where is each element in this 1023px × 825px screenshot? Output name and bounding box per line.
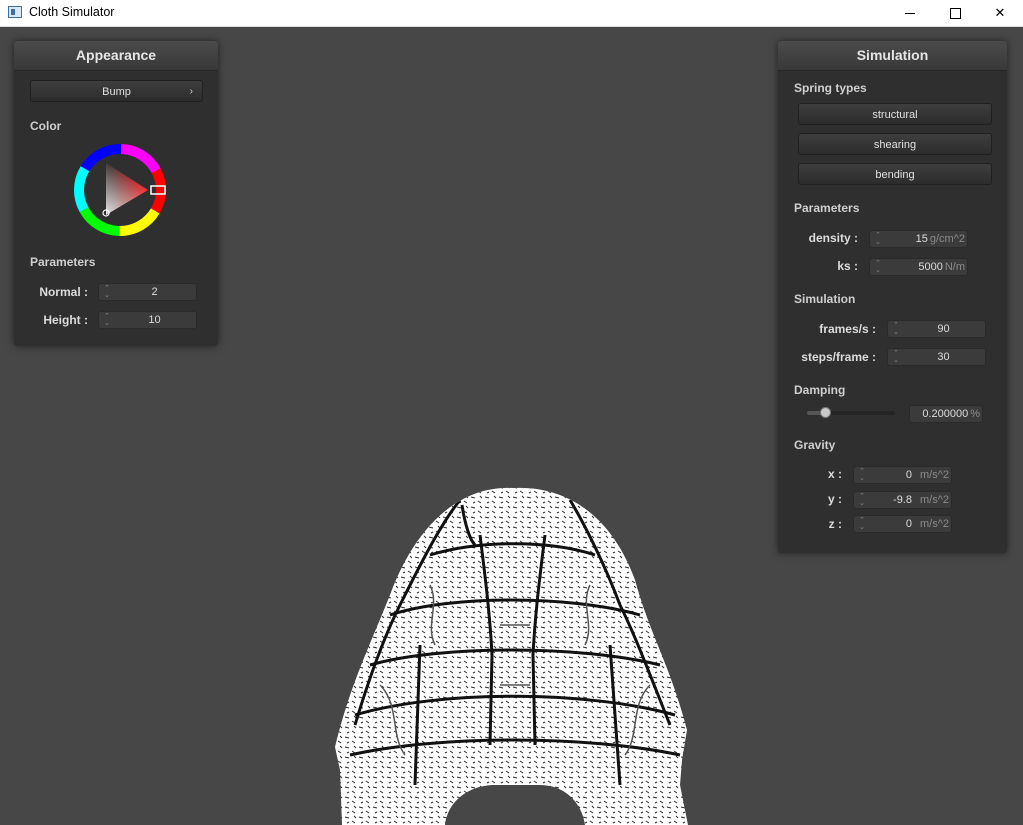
close-button[interactable]: ✕ xyxy=(977,0,1023,26)
gravity-x-unit: m/s^2 xyxy=(920,469,949,481)
density-value: 15 xyxy=(915,233,928,245)
damping-slider-handle[interactable] xyxy=(819,407,831,418)
maximize-button[interactable] xyxy=(932,0,978,26)
chevron-right-icon: › xyxy=(189,86,193,97)
ks-label: ks : xyxy=(837,259,858,273)
maximize-icon xyxy=(949,7,961,19)
close-icon: ✕ xyxy=(994,5,1006,20)
spinner-icon[interactable]: ⌃ ⌄ xyxy=(858,468,866,482)
gravity-z-value: 0 xyxy=(905,518,912,530)
color-label: Color xyxy=(30,119,62,133)
spinner-icon[interactable]: ⌃ ⌄ xyxy=(874,232,882,246)
structural-button[interactable]: structural xyxy=(798,103,992,125)
window-title: Cloth Simulator xyxy=(29,5,115,19)
gravity-z-unit: m/s^2 xyxy=(920,518,949,530)
spring-types-label: Spring types xyxy=(794,81,867,95)
spinner-icon[interactable]: ⌃ ⌄ xyxy=(103,285,111,299)
gravity-y-input[interactable]: ⌃ ⌄ -9.8 m/s^2 xyxy=(853,491,952,509)
gravity-z-input[interactable]: ⌃ ⌄ 0 m/s^2 xyxy=(853,515,952,533)
ks-unit: N/m xyxy=(944,261,965,273)
appearance-panel-header[interactable]: Appearance xyxy=(14,41,218,71)
shearing-button[interactable]: shearing xyxy=(798,133,992,155)
normal-value: 2 xyxy=(151,286,158,298)
density-unit: g/cm^2 xyxy=(929,233,965,245)
cloth-mesh xyxy=(335,487,688,825)
simulation-panel-header[interactable]: Simulation xyxy=(778,41,1007,71)
steps-label: steps/frame : xyxy=(801,350,876,364)
spinner-icon[interactable]: ⌃ ⌄ xyxy=(892,350,900,364)
height-input[interactable]: ⌃ ⌄ 10 xyxy=(98,311,197,329)
spinner-icon[interactable]: ⌃ ⌄ xyxy=(103,313,111,327)
ks-input[interactable]: ⌃ ⌄ 5000 N/m xyxy=(869,258,968,276)
spinner-icon[interactable]: ⌃ ⌄ xyxy=(892,322,900,336)
shader-select-label: Bump xyxy=(102,86,131,98)
simulation-section-label: Simulation xyxy=(794,292,856,306)
gravity-z-label: z : xyxy=(828,517,842,531)
normal-input[interactable]: ⌃ ⌄ 2 xyxy=(98,283,197,301)
frames-label: frames/s : xyxy=(819,322,876,336)
shader-select-button[interactable]: Bump › xyxy=(30,80,203,102)
normal-label: Normal : xyxy=(39,285,88,299)
gravity-x-value: 0 xyxy=(905,469,912,481)
density-input[interactable]: ⌃ ⌄ 15 g/cm^2 xyxy=(869,230,968,248)
gravity-y-label: y : xyxy=(827,492,842,506)
height-label: Height : xyxy=(43,313,88,327)
simulation-parameters-label: Parameters xyxy=(794,201,860,215)
frames-input[interactable]: ⌃ ⌄ 90 xyxy=(887,320,986,338)
appearance-parameters-label: Parameters xyxy=(30,255,96,269)
gravity-x-label: x : xyxy=(827,467,842,481)
spinner-icon[interactable]: ⌃ ⌄ xyxy=(858,493,866,507)
damping-input[interactable]: 0.200000% xyxy=(909,405,983,423)
density-label: density : xyxy=(808,231,858,245)
spinner-icon[interactable]: ⌃ ⌄ xyxy=(858,517,866,531)
gravity-y-value: -9.8 xyxy=(893,494,912,506)
app-icon xyxy=(8,6,22,18)
spinner-icon[interactable]: ⌃ ⌄ xyxy=(874,260,882,274)
steps-value: 30 xyxy=(937,351,950,363)
ks-value: 5000 xyxy=(918,261,943,273)
frames-value: 90 xyxy=(937,323,950,335)
window-titlebar: Cloth Simulator ✕ xyxy=(0,0,1023,27)
color-wheel[interactable] xyxy=(71,141,171,241)
damping-unit: % xyxy=(970,408,980,420)
gravity-y-unit: m/s^2 xyxy=(920,494,949,506)
gravity-x-input[interactable]: ⌃ ⌄ 0 m/s^2 xyxy=(853,466,952,484)
damping-slider[interactable] xyxy=(807,407,895,418)
damping-label: Damping xyxy=(794,383,846,397)
steps-input[interactable]: ⌃ ⌄ 30 xyxy=(887,348,986,366)
minimize-button[interactable] xyxy=(887,0,933,26)
bending-button[interactable]: bending xyxy=(798,163,992,185)
height-value: 10 xyxy=(148,314,161,326)
minimize-icon xyxy=(905,12,915,14)
gravity-label: Gravity xyxy=(794,438,836,452)
damping-value: 0.200000 xyxy=(922,408,969,420)
